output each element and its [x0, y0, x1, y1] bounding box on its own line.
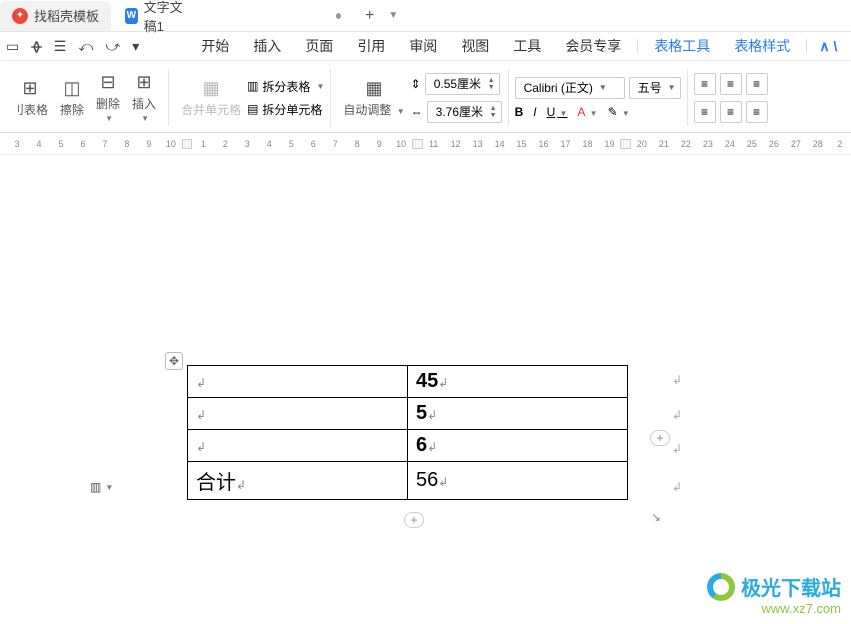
tab-document-label: 文字文稿1 — [144, 0, 191, 35]
watermark-title: 极光下载站 — [741, 572, 841, 601]
col-width-input[interactable]: 3.76厘米▲▼ — [427, 101, 502, 123]
document-page[interactable]: ✥ ↲ 45↲ ↲ 5↲ ↲ 6↲ 合计↲ 56↲ ↲ ↲ ↲ ↲ + + ↘ … — [0, 180, 851, 624]
row-height-input[interactable]: 0.55厘米▲▼ — [425, 73, 500, 95]
row-end-mark-icon: ↲ — [672, 480, 682, 494]
font-color-button[interactable]: A ▼ — [577, 105, 597, 119]
watermark-url: www.xz7.com — [707, 601, 841, 616]
wps-logo-icon: ∧ \ — [819, 38, 837, 55]
table-cell[interactable]: ↲ — [188, 366, 408, 398]
font-name-select[interactable]: Calibri (正文)▼ — [515, 77, 625, 99]
split-cell-button[interactable]: ▤拆分单元格 — [247, 101, 324, 118]
erase-button[interactable]: ◫擦除 — [54, 78, 90, 118]
table-cell[interactable]: ↲ — [188, 430, 408, 462]
split-table-button[interactable]: ▥拆分表格▼ — [247, 78, 324, 95]
font-size-select[interactable]: 五号▼ — [629, 77, 681, 99]
separator — [806, 39, 807, 53]
table-row: ↲ 5↲ — [188, 398, 628, 430]
merge-cells-button: ▦合并单元格 — [175, 78, 247, 118]
menu-start[interactable]: 开始 — [189, 36, 241, 56]
align-mid-right-button[interactable]: ≡ — [746, 101, 768, 123]
unsaved-dot-icon — [336, 13, 341, 19]
document-table[interactable]: ↲ 45↲ ↲ 5↲ ↲ 6↲ 合计↲ 56↲ — [187, 365, 628, 500]
row-end-mark-icon: ↲ — [672, 408, 682, 422]
tab-list-dropdown[interactable]: ▼ — [384, 10, 402, 21]
fire-icon: ✦ — [12, 8, 28, 24]
cell-mark-icon: ↲ — [196, 376, 206, 390]
align-mid-center-button[interactable]: ≡ — [720, 101, 742, 123]
menu-member[interactable]: 会员专享 — [553, 36, 633, 56]
tab-document[interactable]: W 文字文稿1 — [113, 1, 353, 31]
page-layout-control[interactable]: ▥▼ — [90, 480, 113, 494]
menu-bar: 开始 插入 页面 引用 审阅 视图 工具 会员专享 表格工具 表格样式 ∧ \ — [139, 32, 837, 60]
delete-button[interactable]: ⊟删除▼ — [90, 72, 126, 123]
insert-button[interactable]: ⊞插入▼ — [126, 72, 162, 123]
row-height-icon: ⇕ — [411, 77, 421, 91]
table-cell[interactable]: ↲ — [188, 398, 408, 430]
row-end-mark-icon: ↲ — [672, 442, 682, 456]
qat-save-icon[interactable]: ▭ — [6, 38, 19, 55]
table-cell-sum-value[interactable]: 56↲ — [408, 462, 628, 500]
underline-button[interactable]: U ▼ — [547, 105, 568, 119]
bold-button[interactable]: B — [515, 105, 524, 119]
italic-button[interactable]: I — [533, 105, 536, 119]
table-move-handle[interactable]: ✥ — [165, 352, 183, 370]
table-resize-handle[interactable]: ↘ — [651, 510, 665, 524]
menu-tools[interactable]: 工具 — [501, 36, 553, 56]
table-row: ↲ 45↲ — [188, 366, 628, 398]
menu-table-style[interactable]: 表格样式 — [722, 36, 802, 56]
add-column-handle[interactable]: + — [650, 430, 670, 446]
qat-redo-icon[interactable]: ⤻ — [105, 38, 120, 55]
table-cell[interactable]: 6↲ — [408, 430, 628, 462]
tab-template-label: 找稻壳模板 — [34, 6, 99, 25]
menu-table-tools[interactable]: 表格工具 — [642, 36, 722, 56]
watermark-logo-icon — [707, 573, 735, 601]
qat-more-icon[interactable]: ▾ — [132, 38, 139, 55]
qat-menu-icon[interactable]: ☰ — [54, 38, 67, 55]
horizontal-ruler[interactable]: 3456789101234567891011121314151617181920… — [0, 133, 851, 155]
add-row-handle[interactable]: + — [404, 512, 424, 528]
menu-page[interactable]: 页面 — [293, 36, 345, 56]
doc-icon: W — [125, 8, 138, 24]
highlight-button[interactable]: ✎ ▼ — [608, 105, 630, 119]
qat-print-icon[interactable]: ᚖ — [31, 38, 42, 55]
row-end-mark-icon: ↲ — [672, 373, 682, 387]
table-cell-sum-label[interactable]: 合计↲ — [188, 462, 408, 500]
menu-review[interactable]: 审阅 — [397, 36, 449, 56]
auto-fit-button[interactable]: ▦自动调整 ▼ — [337, 78, 410, 118]
watermark: 极光下载站 www.xz7.com — [707, 572, 841, 616]
align-mid-left-button[interactable]: ≡ — [694, 101, 716, 123]
ribbon: ⊞刂表格 ◫擦除 ⊟删除▼ ⊞插入▼ ▦合并单元格 ▥拆分表格▼ ▤拆分单元格 … — [0, 61, 851, 133]
qat-undo-icon[interactable]: ⤺ — [78, 38, 93, 55]
table-cell[interactable]: 5↲ — [408, 398, 628, 430]
delete-table-button[interactable]: ⊞刂表格 — [6, 78, 54, 118]
separator — [637, 39, 638, 53]
align-top-right-button[interactable]: ≡ — [746, 73, 768, 95]
table-cell[interactable]: 45↲ — [408, 366, 628, 398]
menu-insert[interactable]: 插入 — [241, 36, 293, 56]
tab-template[interactable]: ✦ 找稻壳模板 — [0, 1, 111, 31]
menu-view[interactable]: 视图 — [449, 36, 501, 56]
menu-references[interactable]: 引用 — [345, 36, 397, 56]
table-row: ↲ 6↲ — [188, 430, 628, 462]
columns-icon: ▥ — [90, 480, 101, 494]
quick-access-toolbar: ▭ ᚖ ☰ ⤺ ⤻ ▾ — [0, 33, 139, 59]
align-top-center-button[interactable]: ≡ — [720, 73, 742, 95]
table-row: 合计↲ 56↲ — [188, 462, 628, 500]
col-width-icon: ⇔ — [411, 105, 423, 119]
align-top-left-button[interactable]: ≡ — [694, 73, 716, 95]
new-tab-button[interactable]: + — [355, 7, 384, 25]
